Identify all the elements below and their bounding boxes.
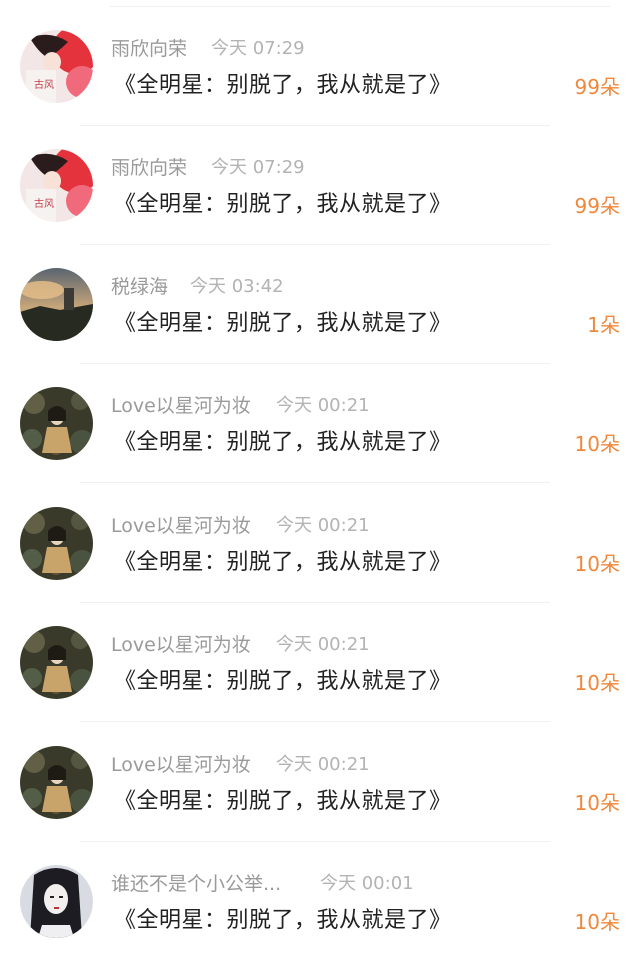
row-divider [80,482,550,483]
avatar[interactable] [20,387,93,460]
list-item[interactable]: Love以星河为妆 今天 00:21 《全明星：别脱了，我从就是了》 10朵 [0,364,640,483]
book-title[interactable]: 《全明星：别脱了，我从就是了》 [114,71,452,101]
avatar[interactable] [20,268,93,341]
message-time: 今天 00:21 [276,754,370,775]
avatar[interactable] [20,507,93,580]
gift-count: 99朵 [574,194,620,218]
avatar[interactable] [20,865,93,938]
avatar-bubbles-icon [20,746,93,819]
message-time: 今天 07:29 [211,157,305,178]
list-item[interactable]: 古风 雨欣向荣 今天 07:29 《全明星：别脱了，我从就是了》 99朵 [0,7,640,126]
avatar-girl-sketch-icon [20,865,93,938]
sender-name[interactable]: 雨欣向荣 [111,156,187,180]
sender-name[interactable]: Love以星河为妆 [111,514,251,538]
avatar-girl-red-icon: 古风 [20,30,93,103]
list-item[interactable]: Love以星河为妆 今天 00:21 《全明星：别脱了，我从就是了》 10朵 [0,484,640,603]
list-item[interactable]: Love以星河为妆 今天 00:21 《全明星：别脱了，我从就是了》 10朵 [0,603,640,722]
avatar-bubbles-icon [20,387,93,460]
sender-name[interactable]: Love以星河为妆 [111,394,251,418]
gift-count: 10朵 [574,671,620,695]
message-time: 今天 07:29 [211,38,305,59]
gift-count: 10朵 [574,910,620,934]
avatar-girl-red-icon: 古风 [20,149,93,222]
avatar-text: 古风 [34,197,54,210]
book-title[interactable]: 《全明星：别脱了，我从就是了》 [114,309,452,339]
book-title[interactable]: 《全明星：别脱了，我从就是了》 [114,667,452,697]
avatar-bubbles-icon [20,507,93,580]
book-title[interactable]: 《全明星：别脱了，我从就是了》 [114,428,452,458]
avatar[interactable]: 古风 [20,30,93,103]
message-time: 今天 00:21 [276,395,370,416]
list-item[interactable]: 谁还不是个小公举... 今天 00:01 《全明星：别脱了，我从就是了》 10朵 [0,842,640,961]
gift-count: 1朵 [587,313,620,337]
row-divider [80,721,550,722]
sender-name[interactable]: Love以星河为妆 [111,633,251,657]
avatar-bubbles-icon [20,626,93,699]
gift-count: 10朵 [574,552,620,576]
message-time: 今天 00:21 [276,634,370,655]
avatar-text: 古风 [34,78,54,91]
book-title[interactable]: 《全明星：别脱了，我从就是了》 [114,906,452,936]
book-title[interactable]: 《全明星：别脱了，我从就是了》 [114,787,452,817]
sender-name[interactable]: 雨欣向荣 [111,37,187,61]
sender-name[interactable]: 税绿海 [111,275,168,299]
avatar[interactable] [20,626,93,699]
avatar-landscape-icon [20,268,93,341]
message-time: 今天 00:01 [320,873,414,894]
list-item[interactable]: Love以星河为妆 今天 00:21 《全明星：别脱了，我从就是了》 10朵 [0,723,640,842]
gift-count: 10朵 [574,791,620,815]
message-time: 今天 03:42 [190,276,284,297]
avatar[interactable]: 古风 [20,149,93,222]
book-title[interactable]: 《全明星：别脱了，我从就是了》 [114,190,452,220]
message-time: 今天 00:21 [276,515,370,536]
gift-count: 99朵 [574,75,620,99]
avatar[interactable] [20,746,93,819]
sender-name[interactable]: Love以星河为妆 [111,753,251,777]
gift-count: 10朵 [574,432,620,456]
list-item[interactable]: 税绿海 今天 03:42 《全明星：别脱了，我从就是了》 1朵 [0,245,640,364]
sender-name[interactable]: 谁还不是个小公举... [111,872,281,896]
book-title[interactable]: 《全明星：别脱了，我从就是了》 [114,548,452,578]
list-item[interactable]: 古风 雨欣向荣 今天 07:29 《全明星：别脱了，我从就是了》 99朵 [0,126,640,245]
